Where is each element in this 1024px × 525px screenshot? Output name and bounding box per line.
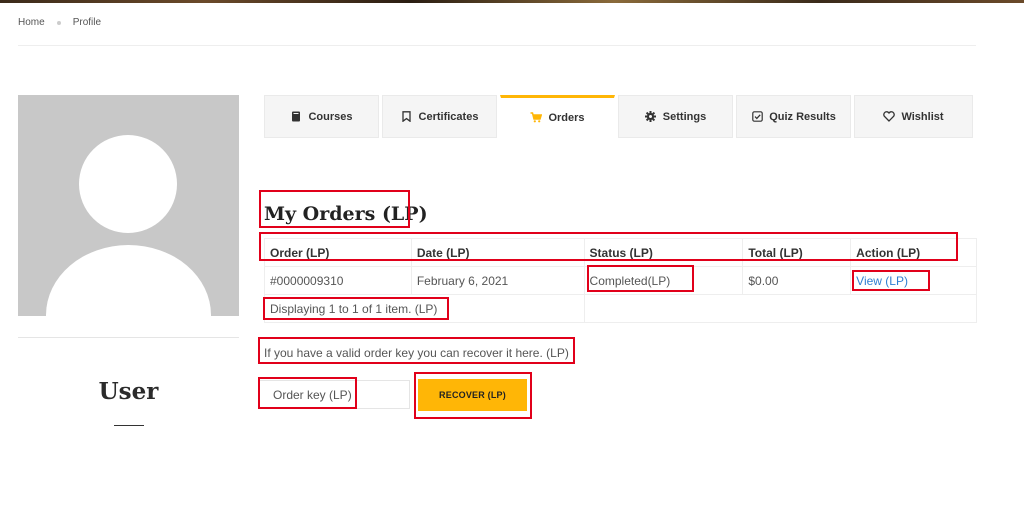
order-key-input[interactable] (258, 380, 410, 409)
tab-quiz-results[interactable]: Quiz Results (736, 95, 851, 138)
tab-label: Certificates (418, 110, 479, 123)
column-header-action: Action (LP) (850, 238, 977, 267)
profile-tabs: Courses Certificates Orders Settings Qui… (264, 95, 973, 138)
order-action-cell: View (LP) (850, 266, 977, 295)
tab-label: Wishlist (901, 110, 944, 123)
bookmark-icon (401, 111, 413, 123)
recover-order-text: If you have a valid order key you can re… (264, 346, 569, 360)
order-number: #0000009310 (264, 266, 412, 295)
avatar (18, 95, 239, 316)
table-footer-row: Displaying 1 to 1 of 1 item. (LP) (264, 294, 978, 323)
column-header-total: Total (LP) (742, 238, 852, 267)
breadcrumb-current: Profile (72, 17, 102, 28)
tab-certificates[interactable]: Certificates (382, 95, 497, 138)
checkbox-icon (751, 111, 763, 123)
heart-icon (883, 111, 896, 123)
breadcrumb: Home Profile (18, 17, 101, 28)
view-order-link[interactable]: View (LP) (856, 274, 908, 288)
table-footer-empty-cell (583, 294, 978, 323)
column-header-order: Order (LP) (264, 238, 412, 267)
sidebar-divider (18, 337, 239, 338)
page-title: My Orders (LP) (264, 203, 428, 225)
username-underline (114, 425, 144, 426)
pagination-summary: Displaying 1 to 1 of 1 item. (LP) (264, 294, 585, 323)
avatar-head-shape (79, 135, 177, 233)
recover-button[interactable]: RECOVER (LP) (418, 379, 527, 411)
tab-orders[interactable]: Orders (500, 95, 615, 138)
tab-label: Courses (308, 110, 353, 123)
column-header-date: Date (LP) (410, 238, 585, 267)
order-status: Completed(LP) (583, 266, 744, 295)
table-row: #0000009310 February 6, 2021 Completed(L… (264, 266, 977, 295)
gear-icon (645, 111, 657, 123)
header-banner-strip (0, 0, 1024, 3)
breadcrumb-divider (18, 45, 976, 46)
tab-settings[interactable]: Settings (618, 95, 733, 138)
orders-table: Order (LP) Date (LP) Status (LP) Total (… (264, 238, 978, 323)
breadcrumb-home-link[interactable]: Home (18, 17, 45, 28)
order-total: $0.00 (742, 266, 852, 295)
tab-label: Orders (548, 111, 585, 124)
order-date: February 6, 2021 (410, 266, 585, 295)
tab-wishlist[interactable]: Wishlist (854, 95, 973, 138)
book-icon (290, 111, 302, 123)
cart-icon (530, 112, 543, 124)
tab-courses[interactable]: Courses (264, 95, 379, 138)
avatar-body-shape (46, 245, 211, 316)
tab-label: Settings (662, 110, 707, 123)
table-header-row: Order (LP) Date (LP) Status (LP) Total (… (264, 238, 977, 267)
column-header-status: Status (LP) (583, 238, 744, 267)
profile-username: User (98, 378, 159, 405)
breadcrumb-separator-icon (56, 20, 61, 25)
tab-label: Quiz Results (769, 110, 836, 123)
